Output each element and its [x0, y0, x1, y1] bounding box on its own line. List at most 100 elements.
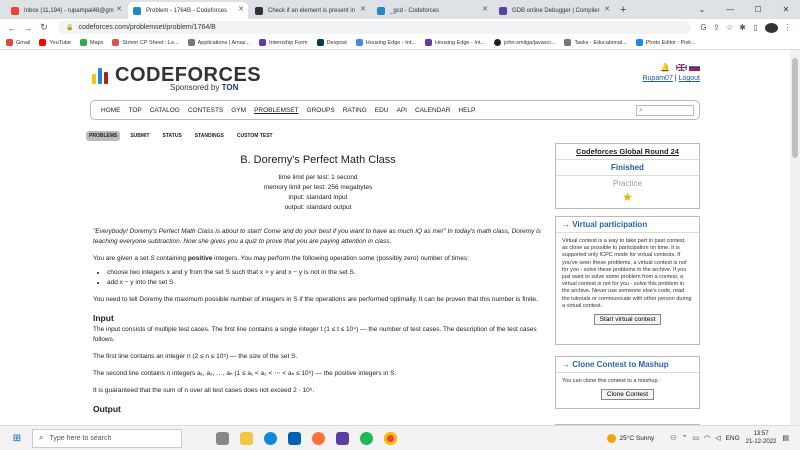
bookmark-github[interactable]: john-smilga/javascr...	[494, 39, 555, 46]
bookmark-pixlr[interactable]: Photo Editor : Pixlr...	[635, 39, 696, 46]
share-icon[interactable]: ⇪	[710, 23, 723, 32]
browser-tab-codeforces-problem[interactable]: Problem - 1764B - Codeforces ✕	[128, 2, 248, 19]
close-icon[interactable]: ✕	[604, 5, 610, 13]
menu-rating[interactable]: RATING	[343, 107, 367, 114]
input-paragraph-3: The second line contains n integers a₁, …	[93, 370, 397, 377]
bookmarks-bar: Gmail YouTube Maps Striver CP Sheet : Le…	[0, 36, 800, 50]
firefox-icon[interactable]	[312, 431, 325, 445]
virtual-participation-box: → Virtual participation Virtual contest …	[555, 216, 700, 345]
form-icon	[424, 39, 432, 46]
subtab-custom-test[interactable]: CUSTOM TEST	[234, 131, 276, 141]
problem-statement: B. Doremy's Perfect Math Class time limi…	[93, 150, 543, 414]
menu-contests[interactable]: CONTESTS	[188, 107, 223, 114]
browser-tab-strip: Inbox (11,194) - rupampal48@gm ✕ Problem…	[0, 0, 800, 19]
close-window-icon[interactable]: ✕	[772, 0, 800, 19]
browser-tab-gdb[interactable]: GDB online Debugger | Compiler ✕	[494, 2, 614, 19]
browser-tab-gcd[interactable]: _gcd - Codeforces ✕	[372, 2, 492, 19]
profile-link[interactable]: Rupam07	[642, 75, 672, 82]
app-icon[interactable]	[336, 431, 349, 445]
google-icon[interactable]: G	[697, 23, 710, 32]
contest-info-box: Codeforces Global Round 24 Finished Prac…	[555, 143, 700, 209]
gmail-icon	[6, 39, 13, 46]
chevron-down-icon[interactable]: ⌄	[688, 0, 716, 19]
notification-icon[interactable]: ▤	[782, 434, 789, 442]
bookmark-devpost[interactable]: Devpost	[316, 39, 347, 46]
menu-dots-icon[interactable]: ⋮	[781, 23, 794, 32]
battery-icon[interactable]: ▭	[692, 434, 699, 442]
codeforces-logo[interactable]: CODEFORCES	[92, 65, 261, 85]
bookmark-internship[interactable]: Internship Form	[259, 39, 308, 46]
close-icon[interactable]: ✕	[482, 5, 488, 13]
clone-contest-button[interactable]: Clone Contest	[600, 389, 655, 401]
windows-taskbar: ⊞ ⌕ Type here to search 25°C Sunny ⚇ ⌃ ▭…	[0, 425, 800, 450]
menu-groups[interactable]: GROUPS	[307, 107, 335, 114]
subtab-submit[interactable]: SUBMIT	[127, 131, 152, 141]
menu-api[interactable]: API	[397, 107, 407, 114]
subtab-standings[interactable]: STANDINGS	[192, 131, 227, 141]
chevron-up-icon[interactable]: ⌃	[682, 434, 688, 442]
subtab-status[interactable]: STATUS	[160, 131, 185, 141]
subtab-problems[interactable]: PROBLEMS	[86, 131, 121, 141]
language-indicator[interactable]: ENG	[726, 435, 740, 442]
github-icon	[494, 39, 502, 46]
page-scrollbar[interactable]	[790, 50, 800, 425]
minimize-icon[interactable]: —	[716, 0, 744, 19]
profile-avatar[interactable]	[765, 22, 778, 33]
clone-description: You can clone this contest to a mashup.	[562, 378, 660, 384]
edge-icon[interactable]	[264, 431, 277, 445]
address-bar[interactable]: 🔒 codeforces.com/problemset/problem/1764…	[58, 21, 691, 34]
clock[interactable]: 13:57 21-12-2022	[746, 430, 777, 446]
menu-problemset[interactable]: PROBLEMSET	[254, 107, 298, 114]
site-search-input[interactable]: ⌕	[636, 105, 694, 116]
close-icon[interactable]: ✕	[360, 5, 366, 13]
bookmark-housing-2[interactable]: Housing Edge - Int...	[424, 39, 485, 46]
menu-catalog[interactable]: CATALOG	[150, 107, 180, 114]
chrome-icon[interactable]	[384, 431, 397, 445]
menu-edu[interactable]: EDU	[375, 107, 389, 114]
browser-tab-gmail[interactable]: Inbox (11,194) - rupampal48@gm ✕	[6, 2, 126, 19]
russian-flag-icon[interactable]	[689, 64, 700, 71]
browser-tab-check-element[interactable]: Check if an element is present in ✕	[250, 2, 370, 19]
file-explorer-icon[interactable]	[240, 431, 253, 445]
bookmark-tasks[interactable]: Tasks - Educational...	[564, 39, 627, 46]
logout-link[interactable]: Logout	[679, 75, 700, 82]
tab-title: Check if an element is present in	[268, 7, 356, 14]
maximize-icon[interactable]: ☐	[744, 0, 772, 19]
wifi-icon[interactable]: ◠	[704, 434, 710, 442]
volume-icon[interactable]: ◁	[715, 434, 720, 442]
windows-start-icon[interactable]: ⊞	[6, 433, 28, 444]
menu-top[interactable]: TOP	[129, 107, 142, 114]
people-icon[interactable]: ⚇	[670, 434, 676, 442]
close-icon[interactable]: ✕	[116, 5, 122, 13]
new-tab-button[interactable]: +	[620, 2, 626, 19]
contest-name-link[interactable]: Codeforces Global Round 24	[556, 144, 699, 160]
reload-icon[interactable]: ↻	[38, 22, 50, 33]
bookmark-housing-1[interactable]: Housing Edge - Int...	[355, 39, 416, 46]
extensions-icon[interactable]: ✱	[736, 23, 749, 32]
english-flag-icon[interactable]	[676, 64, 687, 71]
back-arrow-icon[interactable]: ←	[6, 23, 18, 33]
bookmark-gmail[interactable]: Gmail	[6, 39, 30, 46]
list-item: add x − y into the set S.	[107, 278, 543, 288]
bookmark-maps[interactable]: Maps	[80, 39, 103, 46]
bookmark-youtube[interactable]: YouTube	[39, 39, 71, 46]
menu-calendar[interactable]: CALENDAR	[415, 107, 450, 114]
close-icon[interactable]: ✕	[238, 5, 244, 13]
bookmark-amazon[interactable]: Applications | Amaz...	[187, 39, 250, 46]
task-view-icon[interactable]	[216, 431, 229, 445]
start-virtual-contest-button[interactable]: Start virtual contest	[593, 314, 662, 326]
star-icon[interactable]: ★	[556, 191, 699, 203]
spotify-icon[interactable]	[360, 431, 373, 445]
menu-help[interactable]: HELP	[458, 107, 475, 114]
taskbar-search-input[interactable]: ⌕ Type here to search	[32, 428, 182, 448]
menu-gym[interactable]: GYM	[231, 107, 246, 114]
bell-icon[interactable]: 🔔	[660, 63, 670, 72]
menu-home[interactable]: HOME	[101, 107, 121, 114]
sidebar-icon[interactable]: ▯	[749, 23, 762, 32]
weather-widget[interactable]: 25°C Sunny	[606, 433, 654, 443]
scrollbar-thumb[interactable]	[792, 58, 798, 158]
mail-icon[interactable]	[288, 431, 301, 445]
bookmark-striver[interactable]: Striver CP Sheet : Le...	[112, 39, 179, 46]
star-icon[interactable]: ☆	[723, 23, 736, 32]
forward-arrow-icon[interactable]: →	[22, 23, 34, 33]
